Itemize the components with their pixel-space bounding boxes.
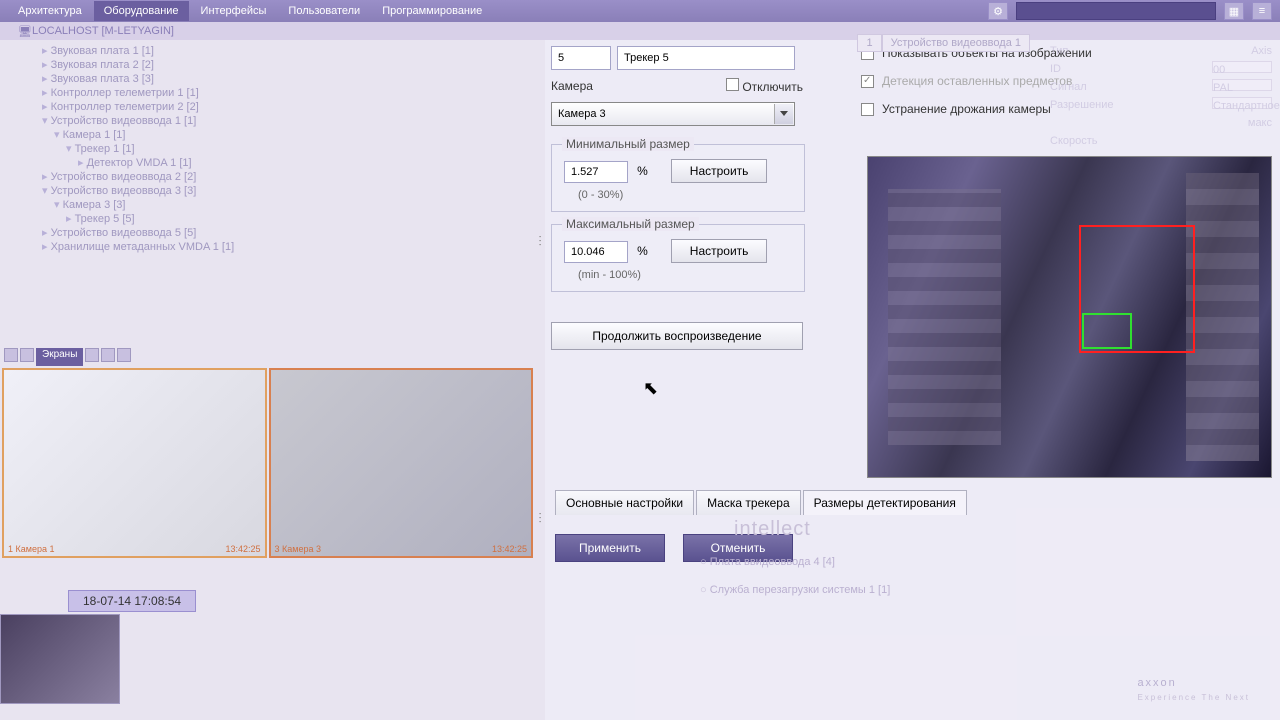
computer-icon: 🖥 [18,25,32,38]
detect-abandoned-checkbox[interactable] [861,75,874,88]
timestamp-label: 13:42:25 [492,544,527,554]
tree-item[interactable]: Устройство видеоввода 3 [3] [18,184,535,198]
max-size-configure-button[interactable]: Настроить [671,239,768,263]
min-size-range: (0 - 30%) [564,189,792,201]
max-size-title: Максимальный размер [562,217,699,231]
min-size-configure-button[interactable]: Настроить [671,159,768,183]
menu-programming[interactable]: Программирование [372,1,492,21]
tree-item[interactable]: Устройство видеоввода 5 [5] [18,226,535,240]
layout-btn[interactable] [20,348,34,362]
camera-label: 3 Камера 3 [275,544,321,554]
tree-item[interactable]: Контроллер телеметрии 1 [1] [18,86,535,100]
tree-item[interactable]: Камера 3 [3] [18,198,535,212]
tool-btn[interactable] [117,348,131,362]
tracker-name-input[interactable] [617,46,795,70]
tab-main-settings[interactable]: Основные настройки [555,490,694,515]
main-menubar: Архитектура Оборудование Интерфейсы Поль… [0,0,1280,22]
max-size-group: Максимальный размер % Настроить (min - 1… [551,224,805,292]
max-size-input[interactable] [564,241,628,263]
host-name: LOCALHOST [M-LETYAGIN] [32,25,174,37]
camera-select-value: Камера 3 [558,108,606,120]
ghost-tab: Устройство видеоввода 1 [882,34,1030,52]
stabilize-checkbox[interactable] [861,103,874,116]
tree-item[interactable]: Звуковая плата 1 [1] [18,44,535,58]
max-size-range: (min - 100%) [564,269,792,281]
tree-item[interactable]: Детектор VMDA 1 [1] [18,156,535,170]
tree-item[interactable]: Контроллер телеметрии 2 [2] [18,100,535,114]
tree-item[interactable]: Устройство видеоввода 2 [2] [18,170,535,184]
disable-checkbox[interactable] [726,78,739,91]
percent-label: % [637,244,648,258]
search-input[interactable] [1016,2,1216,20]
percent-label: % [637,164,648,178]
tab-detection-sizes[interactable]: Размеры детектирования [803,490,967,515]
menu-users[interactable]: Пользователи [278,1,370,21]
host-label: 🖥 LOCALHOST [M-LETYAGIN] [0,22,1280,40]
tree-item[interactable]: Трекер 1 [1] [18,142,535,156]
timestamp-label: 13:42:25 [225,544,260,554]
timestamp-badge: 18-07-14 17:08:54 [68,590,196,612]
config-tabs: Основные настройки Маска трекера Размеры… [555,490,967,515]
grid-view-icon[interactable]: ▦ [1224,2,1244,20]
video-preview[interactable] [867,156,1272,478]
menu-equipment[interactable]: Оборудование [94,1,189,21]
tree-item-selected[interactable]: Трекер 5 [5] [18,212,535,226]
intellect-watermark: intellect [734,518,811,541]
tab-tracker-mask[interactable]: Маска трекера [696,490,801,515]
ghost-tab: 1 [857,34,881,52]
min-size-group: Минимальный размер % Настроить (0 - 30%) [551,144,805,212]
tree-item[interactable]: Хранилище метаданных VMDA 1 [1] [18,240,535,254]
ghost-tabbar: 1 Устройство видеоввода 1 [857,34,1030,52]
tracker-id-input[interactable] [551,46,611,70]
stabilize-label: Устранение дрожания камеры [882,102,1051,116]
min-size-rect[interactable] [1082,313,1132,349]
splitter-handle-icon[interactable]: ⫶ [538,510,542,527]
layout-btn[interactable] [4,348,18,362]
tool-btn[interactable] [85,348,99,362]
ghost-item: Служба перезагрузки системы 1 [1] [700,576,890,604]
tree-item[interactable]: Звуковая плата 3 [3] [18,72,535,86]
tree-item[interactable]: Устройство видеоввода 1 [1] [18,114,535,128]
chevron-down-icon [780,111,788,116]
apply-button[interactable]: Применить [555,534,665,562]
ghost-device-list: Плата ввидеоввода 4 [4] Служба перезагру… [700,548,890,604]
gear-icon[interactable]: ⚙ [988,2,1008,20]
menu-architecture[interactable]: Архитектура [8,1,92,21]
camera-preview-strip: Экраны 1 Камера 1 13:42:25 3 Камера 3 13… [0,348,535,588]
camera-thumbnail-1[interactable]: 1 Камера 1 13:42:25 [2,368,267,558]
splitter[interactable]: ⫶ ⫶ [535,40,545,720]
mini-thumbnail[interactable] [0,614,120,704]
tracker-config-panel: 1 Устройство видеоввода 1 ТипAxis ID00 С… [545,40,1280,720]
continue-playback-button[interactable]: Продолжить воспроизведение [551,322,803,350]
camera-label: Камера [551,79,593,93]
list-view-icon[interactable]: ≡ [1252,2,1272,20]
tree-item[interactable]: Звуковая плата 2 [2] [18,58,535,72]
menu-interfaces[interactable]: Интерфейсы [191,1,277,21]
ghost-item: Плата ввидеоввода 4 [4] [700,548,890,576]
camera-thumbnail-3[interactable]: 3 Камера 3 13:42:25 [269,368,534,558]
tree-item[interactable]: Камера 1 [1] [18,128,535,142]
timeline-thumbnail: 18-07-14 17:08:54 [0,590,250,720]
tool-btn[interactable] [101,348,115,362]
camera-select[interactable]: Камера 3 [551,102,795,126]
detect-abandoned-label: Детекция оставленных предметов [882,74,1072,88]
min-size-title: Минимальный размер [562,137,694,151]
disable-label: Отключить [742,80,803,94]
screens-button[interactable]: Экраны [36,348,83,366]
axxon-logo: axxon Experience The Next [1137,662,1250,702]
splitter-handle-icon[interactable]: ⫶ [538,233,542,250]
device-tree[interactable]: Звуковая плата 1 [1] Звуковая плата 2 [2… [0,40,535,254]
camera-label: 1 Камера 1 [8,544,54,554]
min-size-input[interactable] [564,161,628,183]
